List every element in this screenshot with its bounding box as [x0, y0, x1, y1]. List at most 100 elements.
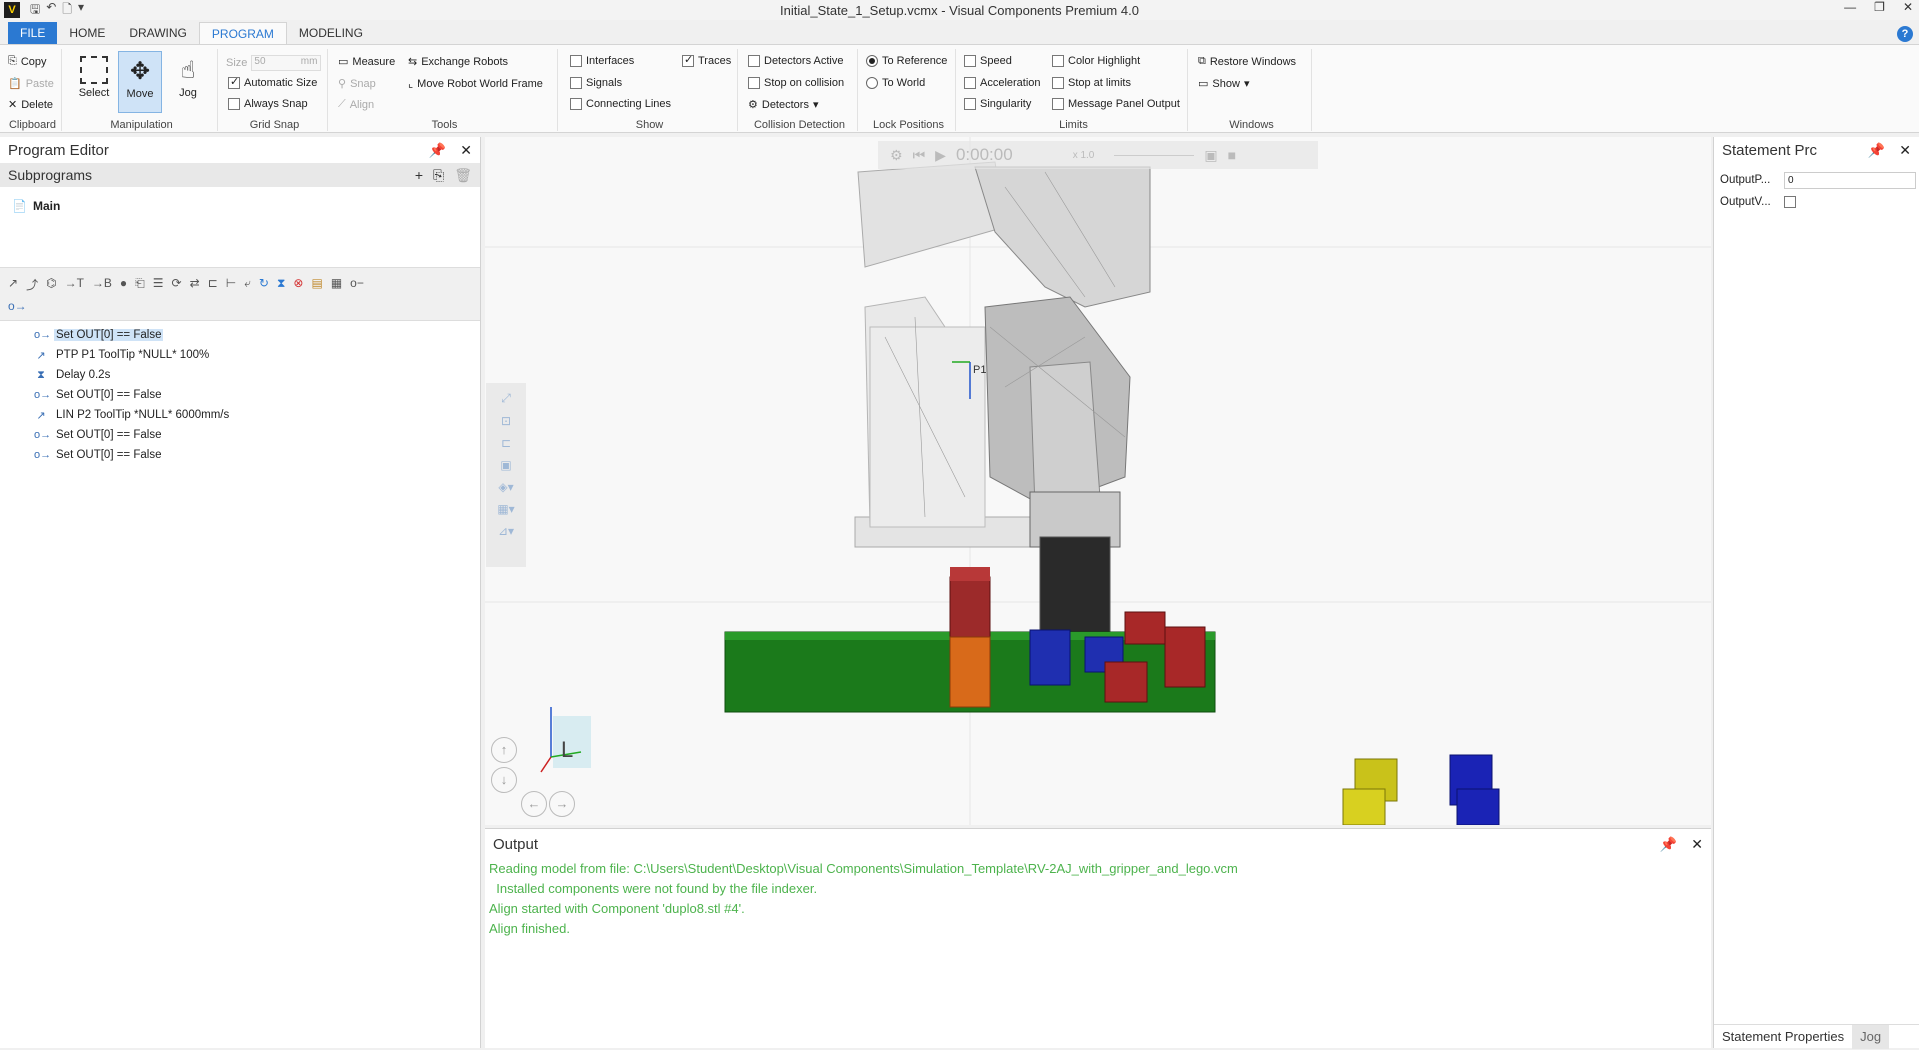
- align-button[interactable]: ⟋ Align: [338, 98, 374, 111]
- stop-icon[interactable]: ⊗: [293, 276, 303, 293]
- loop-icon[interactable]: ⟳: [172, 276, 182, 293]
- statement-row[interactable]: ↗ LIN P2 ToolTip *NULL* 6000mm/s: [0, 405, 480, 425]
- tab-program[interactable]: PROGRAM: [198, 22, 287, 44]
- help-icon[interactable]: ?: [1897, 26, 1913, 42]
- interfaces-checkbox[interactable]: Interfaces: [570, 55, 634, 67]
- statement-row[interactable]: o→ Set OUT[0] == False: [0, 385, 480, 405]
- restore-windows-button[interactable]: ⧉ Restore Windows: [1198, 55, 1296, 68]
- new-file-icon[interactable]: 🗋: [62, 0, 72, 21]
- rotate-up-icon[interactable]: ↑: [491, 737, 517, 763]
- color-highlight-checkbox[interactable]: Color Highlight: [1052, 55, 1140, 67]
- screenshot-icon[interactable]: ▣: [1204, 147, 1217, 164]
- 3d-viewport[interactable]: P1 L ⚙ ⏮ ▶ 0:00:00 x 1.0 ▣ ■ ⤢ ⊡ ⊏ ▣ ◈▾ …: [485, 137, 1711, 825]
- pin-icon[interactable]: 📌: [1868, 142, 1885, 159]
- lego-brick-red[interactable]: [949, 567, 991, 638]
- move-button[interactable]: ✥ Move: [118, 51, 162, 113]
- delay-icon[interactable]: ⧗: [277, 276, 285, 293]
- base-frame-icon[interactable]: →B: [92, 276, 112, 293]
- lin-icon[interactable]: ⤴: [26, 276, 38, 293]
- connecting-lines-checkbox[interactable]: Connecting Lines: [570, 98, 671, 110]
- close-icon[interactable]: ✕: [1899, 142, 1911, 159]
- play-icon[interactable]: ▶: [935, 147, 946, 164]
- sim-settings-gear-icon[interactable]: ⚙: [890, 147, 903, 164]
- save-icon[interactable]: 🖫: [30, 0, 40, 21]
- stop-at-limits-checkbox[interactable]: Stop at limits: [1052, 77, 1131, 89]
- close-icon[interactable]: ✕: [1691, 836, 1703, 853]
- statement-row[interactable]: o→ Set OUT[0] == False: [0, 445, 480, 465]
- delete-button[interactable]: ✕ Delete: [8, 98, 53, 112]
- lego-brick-orange[interactable]: [949, 636, 991, 708]
- record-icon[interactable]: ●: [120, 276, 127, 293]
- rotate-right-icon[interactable]: →: [549, 791, 575, 817]
- tab-file[interactable]: FILE: [8, 22, 58, 44]
- statement-row[interactable]: o→ Set OUT[0] == False: [0, 425, 480, 445]
- statement-row[interactable]: ⧗ Delay 0.2s: [0, 365, 480, 385]
- projection-icon[interactable]: ▦▾: [497, 502, 514, 516]
- paste-button[interactable]: 📋 Paste: [8, 77, 54, 91]
- add-subprogram-icon[interactable]: +: [415, 167, 423, 184]
- print-icon[interactable]: ▤: [311, 276, 322, 293]
- if-icon[interactable]: ⇄: [190, 276, 200, 293]
- select-button[interactable]: Select: [72, 51, 116, 113]
- rotate-left-icon[interactable]: ←: [521, 791, 547, 817]
- set-output-icon[interactable]: o→: [8, 299, 27, 313]
- close-icon[interactable]: ✕: [460, 142, 472, 159]
- rotate-down-icon[interactable]: ↓: [491, 767, 517, 793]
- close-window-icon[interactable]: ✕: [1903, 0, 1913, 14]
- lego-brick-yellow[interactable]: [1342, 758, 1398, 825]
- snap-button[interactable]: ⚲ Snap: [338, 77, 376, 91]
- properties-icon[interactable]: ▦: [331, 276, 342, 293]
- zoom-selection-icon[interactable]: ⊡: [501, 414, 511, 428]
- stop-on-collision-checkbox[interactable]: Stop on collision: [748, 77, 844, 89]
- detectors-active-checkbox[interactable]: Detectors Active: [748, 55, 843, 67]
- tab-modeling[interactable]: MODELING: [287, 22, 375, 44]
- detectors-dropdown[interactable]: ⚙ Detectors ▾: [748, 98, 818, 112]
- call-icon[interactable]: ⎗: [135, 276, 145, 293]
- speed-slider[interactable]: [1114, 154, 1195, 156]
- signal-icon[interactable]: o−: [350, 276, 364, 293]
- copy-subprogram-icon[interactable]: ⎘: [433, 167, 444, 184]
- subprogram-main[interactable]: 📄 Main: [0, 193, 480, 219]
- tab-home[interactable]: HOME: [57, 22, 117, 44]
- wait-icon[interactable]: ⊏: [208, 276, 218, 293]
- statement-row[interactable]: ↗ PTP P1 ToolTip *NULL* 100%: [0, 345, 480, 365]
- tab-statement-properties[interactable]: Statement Properties: [1714, 1025, 1852, 1049]
- acceleration-checkbox[interactable]: Acceleration: [964, 77, 1041, 89]
- branch-icon[interactable]: ⊢: [226, 276, 236, 293]
- return-icon[interactable]: ⤶: [244, 276, 251, 293]
- message-panel-output-checkbox[interactable]: Message Panel Output: [1052, 98, 1180, 110]
- robot-model[interactable]: [854, 161, 1151, 688]
- undo-icon[interactable]: ↶: [46, 0, 56, 21]
- record-video-icon[interactable]: ■: [1228, 147, 1236, 163]
- view-box-icon[interactable]: ▣: [500, 458, 511, 472]
- copy-button[interactable]: ⎘ Copy: [8, 55, 47, 68]
- ptp-icon[interactable]: ↗: [8, 276, 18, 293]
- align-view-icon[interactable]: ⊏: [501, 436, 511, 450]
- camera-icon[interactable]: ⊿▾: [498, 524, 514, 538]
- to-world-radio[interactable]: To World: [866, 77, 925, 89]
- fill-view-icon[interactable]: ⤢: [501, 391, 511, 406]
- pin-icon[interactable]: 📌: [429, 142, 446, 159]
- exchange-robots-button[interactable]: ⇆ Exchange Robots: [408, 55, 508, 69]
- output-port-input[interactable]: 0: [1784, 171, 1916, 189]
- refresh-icon[interactable]: ↻: [259, 276, 269, 293]
- to-reference-radio[interactable]: To Reference: [866, 55, 947, 67]
- tab-jog[interactable]: Jog: [1852, 1024, 1890, 1049]
- lego-brick-blue-loose[interactable]: [1449, 754, 1500, 825]
- singularity-checkbox[interactable]: Singularity: [964, 98, 1031, 110]
- pin-icon[interactable]: 📌: [1660, 836, 1677, 853]
- comment-icon[interactable]: ☰: [153, 276, 164, 293]
- jog-button[interactable]: ☝ Jog: [166, 51, 210, 113]
- move-robot-world-frame-button[interactable]: ⌞ Move Robot World Frame: [408, 77, 543, 91]
- path-icon[interactable]: ⌬: [46, 276, 56, 293]
- statement-row[interactable]: o→ Set OUT[0] == False: [0, 325, 480, 345]
- render-mode-icon[interactable]: ◈▾: [498, 480, 513, 494]
- signals-checkbox[interactable]: Signals: [570, 77, 622, 89]
- always-snap-checkbox[interactable]: Always Snap: [228, 98, 308, 110]
- tab-drawing[interactable]: DRAWING: [117, 22, 199, 44]
- restore-icon[interactable]: ❐: [1874, 0, 1885, 14]
- traces-checkbox[interactable]: Traces: [682, 53, 731, 67]
- output-value-checkbox[interactable]: [1784, 196, 1796, 208]
- tool-frame-icon[interactable]: →T: [65, 276, 84, 293]
- automatic-size-checkbox[interactable]: Automatic Size: [228, 75, 317, 89]
